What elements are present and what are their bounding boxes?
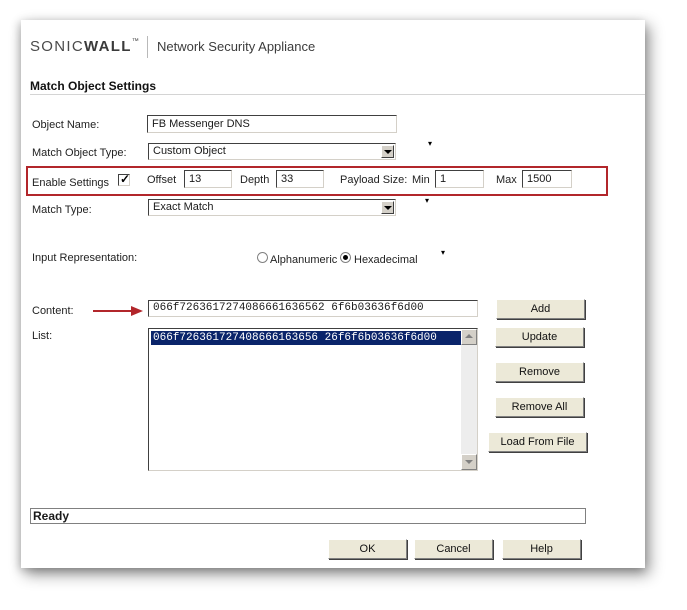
payload-size-label: Payload Size:: [340, 174, 408, 186]
content-label: Content:: [32, 305, 74, 317]
chevron-down-icon[interactable]: [381, 201, 394, 214]
scroll-down-icon[interactable]: [461, 454, 477, 470]
load-from-file-button[interactable]: Load From File: [488, 432, 587, 452]
match-object-dialog: SONICWALL™ Network Security Appliance Ma…: [21, 20, 645, 568]
product-name: Network Security Appliance: [157, 39, 316, 54]
offset-label: Offset: [147, 174, 177, 186]
payload-min-label: Min: [412, 174, 430, 186]
ok-button[interactable]: OK: [328, 539, 407, 559]
tick-mark-icon: ▾: [441, 248, 446, 257]
list-label: List:: [32, 330, 53, 342]
match-object-type-label: Match Object Type:: [32, 147, 127, 159]
remove-all-button[interactable]: Remove All: [495, 397, 584, 417]
add-button[interactable]: Add: [496, 299, 585, 319]
match-object-type-value: Custom Object: [153, 145, 226, 157]
cancel-button[interactable]: Cancel: [414, 539, 493, 559]
content-listbox[interactable]: 066f726361727408666163656 26f6f6b03636f6…: [148, 328, 478, 471]
payload-min-input[interactable]: 1: [435, 170, 484, 188]
scroll-up-icon[interactable]: [461, 329, 477, 345]
object-name-label: Object Name:: [32, 119, 100, 131]
match-object-type-select[interactable]: Custom Object: [148, 143, 396, 160]
section-title: Match Object Settings: [30, 79, 157, 93]
checkmark-icon: ✓: [120, 172, 131, 186]
alphanumeric-label: Alphanumeric: [270, 254, 338, 266]
chevron-down-icon[interactable]: [381, 145, 394, 158]
enable-settings-checkbox[interactable]: ✓: [118, 172, 131, 186]
depth-input[interactable]: 33: [276, 170, 324, 188]
section-divider: [30, 94, 645, 95]
status-bar: Ready: [30, 508, 586, 524]
list-item[interactable]: 066f726361727408666163656 26f6f6b03636f6…: [151, 331, 461, 345]
input-representation-label: Input Representation:: [32, 252, 138, 264]
enable-settings-label: Enable Settings: [32, 177, 110, 189]
depth-label: Depth: [240, 174, 270, 186]
update-button[interactable]: Update: [495, 327, 584, 347]
tick-mark-icon: ▾: [428, 139, 433, 148]
payload-max-label: Max: [496, 174, 517, 186]
match-type-label: Match Type:: [32, 204, 92, 216]
listbox-scrollbar[interactable]: [461, 329, 477, 470]
remove-button[interactable]: Remove: [495, 362, 584, 382]
payload-max-input[interactable]: 1500: [522, 170, 572, 188]
header-divider: [147, 36, 148, 58]
match-type-select[interactable]: Exact Match: [148, 199, 396, 216]
tick-mark-icon: ▾: [425, 196, 430, 205]
header: SONICWALL™ Network Security Appliance: [21, 20, 645, 75]
hexadecimal-label: Hexadecimal: [354, 254, 418, 266]
offset-input[interactable]: 13: [184, 170, 232, 188]
help-button[interactable]: Help: [502, 539, 581, 559]
sonicwall-logo: SONICWALL™: [30, 38, 141, 55]
hexadecimal-radio[interactable]: [340, 252, 351, 263]
match-type-value: Exact Match: [153, 201, 214, 213]
alphanumeric-radio[interactable]: [257, 252, 268, 263]
red-arrow-icon: [93, 306, 143, 316]
object-name-input[interactable]: FB Messenger DNS: [147, 115, 397, 133]
content-input[interactable]: 066f7263617274086661636562 6f6b03636f6d0…: [148, 300, 478, 317]
